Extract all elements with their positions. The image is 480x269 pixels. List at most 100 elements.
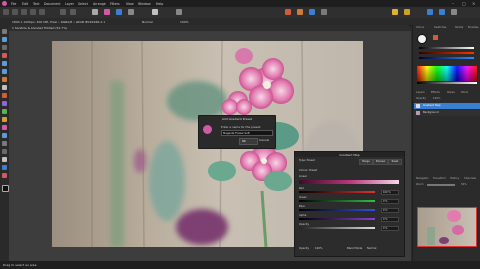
menu-window[interactable]: Window xyxy=(138,2,151,6)
menu-file[interactable]: File xyxy=(11,2,16,6)
histogram-icon[interactable] xyxy=(70,9,76,15)
red-slider[interactable] xyxy=(299,191,375,193)
reset-button[interactable]: Reset xyxy=(388,159,402,165)
grid-icon[interactable] xyxy=(60,9,66,15)
blue-value[interactable]: 0 % xyxy=(381,208,399,213)
grayscale-bar[interactable] xyxy=(417,82,477,84)
menu-arrange[interactable]: Arrange xyxy=(93,2,106,6)
sun-icon[interactable] xyxy=(404,9,410,15)
view-mode-icon[interactable] xyxy=(439,9,445,15)
tab-layers[interactable]: Layers xyxy=(416,91,425,94)
ok-button[interactable]: OK xyxy=(239,138,258,145)
red-eye-tool-icon[interactable] xyxy=(2,173,7,178)
tab-swatches[interactable]: Swatches xyxy=(434,26,446,29)
color-spectrum[interactable] xyxy=(417,66,477,81)
blue-slider[interactable] xyxy=(299,209,375,211)
menu-filters[interactable]: Filters xyxy=(110,2,120,6)
paint-brush-tool-icon[interactable] xyxy=(2,77,7,82)
text-tool-icon[interactable] xyxy=(2,157,7,162)
tab-navigator[interactable]: Navigator xyxy=(416,177,429,180)
preset-name-input[interactable]: Magenta Flower Soft xyxy=(221,130,273,136)
color-picker-tool-icon[interactable] xyxy=(2,165,7,170)
dodge-tool-icon[interactable] xyxy=(2,109,7,114)
adjust-layer-icon[interactable] xyxy=(297,9,303,15)
persona-develop-icon[interactable] xyxy=(21,9,27,15)
marquee-tool-icon[interactable] xyxy=(2,69,7,74)
align-icon[interactable] xyxy=(176,9,182,15)
live-filter-icon[interactable] xyxy=(285,9,291,15)
secondary-color-swatch[interactable] xyxy=(433,35,438,40)
opacity-value[interactable]: 100% xyxy=(315,247,322,250)
menu-select[interactable]: Select xyxy=(78,2,88,6)
layer-row-background[interactable]: Background xyxy=(414,110,480,116)
alpha-slider[interactable] xyxy=(299,218,375,220)
blur-tool-icon[interactable] xyxy=(2,133,7,138)
persona-liquify-icon[interactable] xyxy=(12,9,18,15)
studio-icon[interactable] xyxy=(451,9,457,15)
flood-select-tool-icon[interactable] xyxy=(2,61,7,66)
group-icon[interactable] xyxy=(321,9,327,15)
maximize-icon[interactable]: □ xyxy=(462,1,466,6)
opacity-slider[interactable] xyxy=(299,227,375,229)
blend-mode-select[interactable]: Normal xyxy=(142,20,153,24)
gradient-tool-icon[interactable] xyxy=(2,101,7,106)
tab-history[interactable]: History xyxy=(450,177,459,180)
mode-icon[interactable] xyxy=(92,9,98,15)
erase-tool-icon[interactable] xyxy=(2,85,7,90)
persona-export-icon[interactable] xyxy=(39,9,45,15)
menu-edit[interactable]: Edit xyxy=(22,2,28,6)
tab-stock[interactable]: Stock xyxy=(461,91,468,94)
tab-colour[interactable]: Colour xyxy=(416,26,424,29)
color-wheel-icon[interactable] xyxy=(417,34,427,44)
persona-tone-icon[interactable] xyxy=(30,9,36,15)
menu-text[interactable]: Text xyxy=(33,2,39,6)
red-value[interactable]: 100 % xyxy=(381,190,399,195)
crop-tool-icon[interactable] xyxy=(2,45,7,50)
merge-button[interactable]: Merge xyxy=(359,159,373,165)
opacity-slider-value[interactable]: 0 % xyxy=(381,226,399,231)
gradient-preview[interactable] xyxy=(299,180,399,184)
shape-tool-icon[interactable] xyxy=(2,149,7,154)
selection-brush-tool-icon[interactable] xyxy=(2,53,7,58)
blend-mode-select[interactable]: Normal xyxy=(367,247,376,250)
view-tool-icon[interactable] xyxy=(2,37,7,42)
navigator-preview[interactable] xyxy=(417,207,477,247)
assistant-icon[interactable] xyxy=(392,9,398,15)
lightness-slider[interactable] xyxy=(419,57,474,59)
menu-view[interactable]: View xyxy=(126,2,134,6)
preview-button[interactable]: Preview xyxy=(373,159,388,165)
cancel-button[interactable]: Cancel xyxy=(259,138,269,142)
tab-transform[interactable]: Transform xyxy=(433,177,446,180)
hue-slider[interactable] xyxy=(419,47,474,49)
primary-color-swatch[interactable] xyxy=(2,185,9,192)
menu-help[interactable]: Help xyxy=(156,2,163,6)
persona-photo-icon[interactable] xyxy=(3,9,9,15)
arrange-icon[interactable] xyxy=(427,9,433,15)
zoom-slider[interactable] xyxy=(427,184,455,186)
move-tool-icon[interactable] xyxy=(2,29,7,34)
mask-icon[interactable] xyxy=(309,9,315,15)
tab-effects[interactable]: Effects xyxy=(431,91,440,94)
green-slider[interactable] xyxy=(299,200,375,202)
retouch-tool-icon[interactable] xyxy=(2,125,7,130)
layer-opacity-value[interactable]: 100% xyxy=(433,97,440,100)
opacity-field[interactable]: 100% xyxy=(180,20,189,24)
gradient-type-select[interactable]: Linear xyxy=(299,175,307,178)
minimize-icon[interactable]: – xyxy=(452,1,454,6)
menu-document[interactable]: Document xyxy=(44,2,61,6)
fill-tool-icon[interactable] xyxy=(2,93,7,98)
tab-brushes[interactable]: Brushes xyxy=(468,26,478,29)
alpha-value[interactable]: 0 % xyxy=(381,217,399,222)
tab-channels[interactable]: Channels xyxy=(464,177,476,180)
tab-styles[interactable]: Styles xyxy=(447,91,455,94)
green-value[interactable]: 0 % xyxy=(381,199,399,204)
menu-layer[interactable]: Layer xyxy=(65,2,74,6)
clone-tool-icon[interactable] xyxy=(2,117,7,122)
zoom-value[interactable]: 54% xyxy=(461,183,467,186)
saturation-slider[interactable] xyxy=(419,52,474,54)
close-icon[interactable]: × xyxy=(472,1,475,6)
selection-brush-icon[interactable] xyxy=(116,9,122,15)
layer-row-gradient-map[interactable]: Gradient Map xyxy=(414,103,480,109)
adjustment-icon[interactable] xyxy=(128,9,134,15)
snapping-icon[interactable] xyxy=(152,9,158,15)
